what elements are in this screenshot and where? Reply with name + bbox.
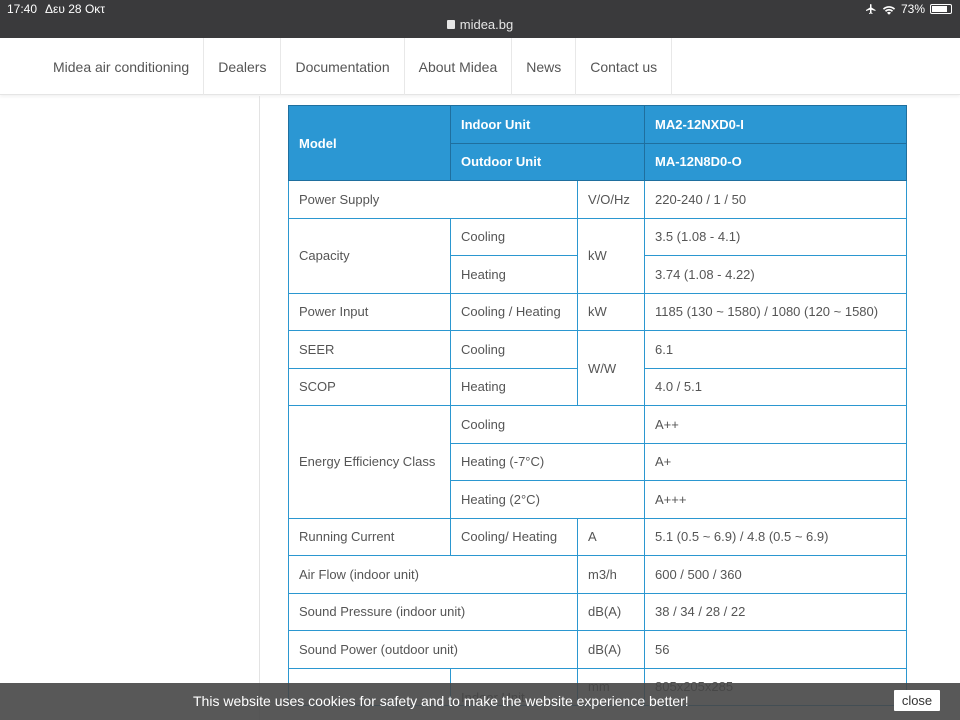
energy-heating2-label: Heating (2°C)	[450, 480, 645, 519]
energy-heating2-value: A+++	[644, 480, 907, 519]
power-supply-unit: V/O/Hz	[577, 180, 645, 219]
outdoor-model: MA-12N8D0-O	[644, 142, 907, 181]
table-row: Air Flow (indoor unit) m3/h 600 / 500 / …	[288, 555, 907, 594]
running-current-mode: Cooling/ Heating	[450, 517, 578, 556]
capacity-cooling-label: Cooling	[450, 217, 578, 256]
indoor-model: MA2-12NXD0-I	[644, 105, 907, 144]
battery-fill	[932, 6, 947, 12]
wifi-icon	[882, 5, 896, 15]
air-flow-value: 600 / 500 / 360	[644, 555, 907, 594]
ww-unit: W/W	[577, 330, 645, 406]
running-current-unit: A	[577, 517, 645, 556]
cookie-message: This website uses cookies for safety and…	[193, 693, 689, 709]
capacity-heating-label: Heating	[450, 255, 578, 294]
energy-class-label: Energy Efficiency Class	[288, 405, 451, 519]
sound-power-value: 56	[644, 630, 907, 669]
table-row: Power Input Cooling / Heating kW 1185 (1…	[288, 292, 907, 331]
nav-item-documentation[interactable]: Documentation	[281, 38, 405, 95]
power-input-mode: Cooling / Heating	[450, 292, 578, 331]
energy-cooling-label: Cooling	[450, 405, 645, 444]
sound-pressure-label: Sound Pressure (indoor unit)	[288, 592, 578, 631]
nav-item-midea-air-conditioning[interactable]: Midea air conditioning	[39, 38, 205, 95]
airplane-icon	[865, 4, 876, 14]
status-time: 17:40	[7, 2, 38, 16]
table-row: Energy Efficiency Class Cooling A++	[288, 405, 907, 519]
capacity-unit: kW	[577, 217, 645, 294]
energy-heating7-value: A+	[644, 442, 907, 481]
sidebar-divider	[259, 96, 260, 720]
scop-label: SCOP	[288, 367, 451, 406]
battery-percent: 73%	[900, 2, 925, 16]
nav-item-news[interactable]: News	[512, 38, 577, 95]
capacity-heating-value: 3.74 (1.08 - 4.22)	[644, 255, 907, 294]
power-input-unit: kW	[577, 292, 645, 331]
table-row: Capacity Cooling kW 3.5 (1.08 - 4.1)	[288, 217, 907, 294]
power-supply-value: 220-240 / 1 / 50	[644, 180, 907, 219]
seer-label: SEER	[288, 330, 451, 369]
table-row: Model Indoor Unit MA2-12NXD0-I	[288, 105, 907, 181]
indoor-unit-header: Indoor Unit	[450, 105, 645, 144]
running-current-label: Running Current	[288, 517, 451, 556]
table-row: SEER Cooling W/W 6.1	[288, 330, 907, 406]
capacity-label: Capacity	[288, 217, 451, 294]
table-row: Sound Pressure (indoor unit) dB(A) 38 / …	[288, 592, 907, 631]
energy-cooling-value: A++	[644, 405, 907, 444]
cookie-close-button[interactable]: close	[894, 690, 940, 711]
url-text: midea.bg	[459, 17, 514, 32]
battery-icon	[930, 4, 952, 14]
table-row: Power Supply V/O/Hz 220-240 / 1 / 50	[288, 180, 907, 219]
status-date: Δευ 28 Οκτ	[45, 2, 106, 16]
energy-heating7-label: Heating (-7°C)	[450, 442, 645, 481]
model-header: Model	[288, 105, 451, 181]
nav-item-contact-us[interactable]: Contact us	[576, 38, 673, 95]
table-row: Sound Power (outdoor unit) dB(A) 56	[288, 630, 907, 669]
table-row: Running Current Cooling/ Heating A 5.1 (…	[288, 517, 907, 556]
power-supply-label: Power Supply	[288, 180, 578, 219]
sound-power-unit: dB(A)	[577, 630, 645, 669]
nav-item-about-midea[interactable]: About Midea	[405, 38, 513, 95]
capacity-cooling-value: 3.5 (1.08 - 4.1)	[644, 217, 907, 256]
power-input-label: Power Input	[288, 292, 451, 331]
sound-power-label: Sound Power (outdoor unit)	[288, 630, 578, 669]
nav-item-dealers[interactable]: Dealers	[204, 38, 282, 95]
sound-pressure-value: 38 / 34 / 28 / 22	[644, 592, 907, 631]
address-bar[interactable]: midea.bg	[0, 17, 960, 32]
nav-menu: Midea air conditioning Dealers Documentati…	[39, 38, 673, 95]
scop-value: 4.0 / 5.1	[644, 367, 907, 406]
cookie-banner: This website uses cookies for safety and…	[0, 683, 960, 720]
site-navbar: Midea air conditioning Dealers Documentati…	[0, 38, 960, 95]
lock-icon	[446, 20, 455, 29]
power-input-value: 1185 (130 ~ 1580) / 1080 (120 ~ 1580)	[644, 292, 907, 331]
seer-value: 6.1	[644, 330, 907, 369]
sound-pressure-unit: dB(A)	[577, 592, 645, 631]
air-flow-label: Air Flow (indoor unit)	[288, 555, 578, 594]
air-flow-unit: m3/h	[577, 555, 645, 594]
spec-table: Model Indoor Unit MA2-12NXD0-I Outdoor U…	[288, 105, 907, 706]
scop-mode: Heating	[450, 367, 578, 406]
status-indicators: 73%	[865, 2, 952, 16]
seer-mode: Cooling	[450, 330, 578, 369]
running-current-value: 5.1 (0.5 ~ 6.9) / 4.8 (0.5 ~ 6.9)	[644, 517, 907, 556]
status-bar: 17:40 Δευ 28 Οκτ midea.bg 73%	[0, 0, 960, 38]
outdoor-unit-header: Outdoor Unit	[450, 142, 645, 181]
